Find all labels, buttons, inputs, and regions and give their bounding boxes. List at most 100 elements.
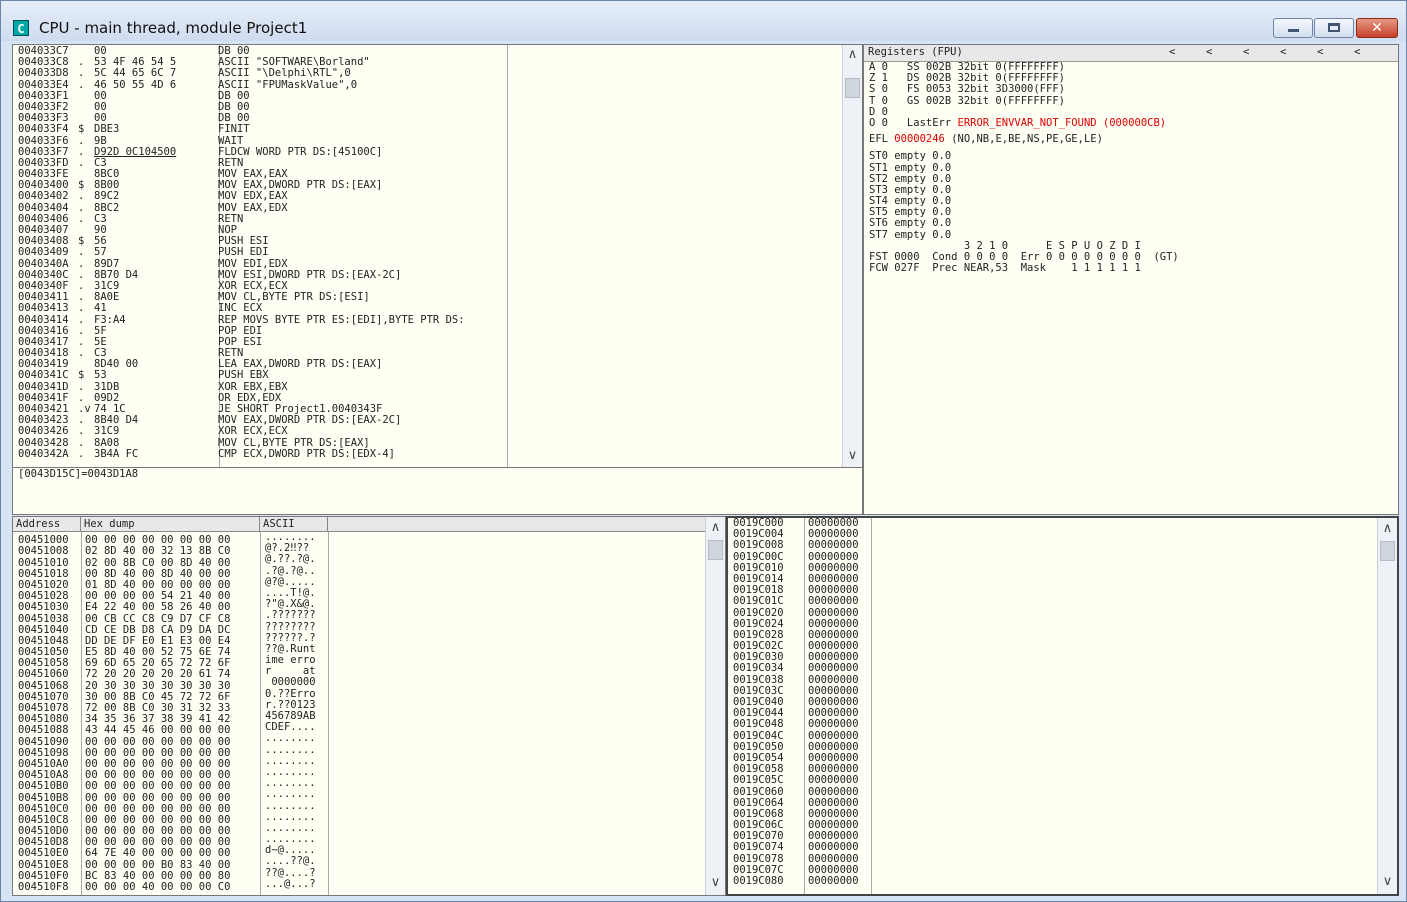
dump-row[interactable]: 00451048 DD DE DF E0 E1 E3 00 E4??????.?	[18, 633, 331, 644]
stack-row[interactable]: 0019C06C 00000000	[733, 820, 859, 831]
stack-row[interactable]: 0019C000 00000000	[733, 518, 859, 529]
scroll-down-icon[interactable]: ∨	[843, 448, 862, 463]
stack-row[interactable]: 0019C07C 00000000	[733, 865, 859, 876]
dump-row[interactable]: 004510C8 00 00 00 00 00 00 00 00........	[18, 812, 331, 823]
stack-row[interactable]: 0019C078 00000000	[733, 854, 859, 865]
stack-row[interactable]: 0019C01C 00000000	[733, 596, 859, 607]
disasm-row[interactable]: 004033C8. 53 4F 46 54 5 ASCII "SOFTWARE\Bo…	[18, 57, 465, 68]
stack-row[interactable]: 0019C05C 00000000	[733, 775, 859, 786]
disasm-row[interactable]: 0040341D. 31DB XOR EBX,EBX	[18, 382, 465, 393]
scroll-up-icon[interactable]: ∧	[1378, 521, 1397, 536]
disasm-row[interactable]: 00403416. 5F POP EDI	[18, 326, 465, 337]
disasm-row[interactable]: 00403400 $8B00 MOV EAX,DWORD PTR DS:[EAX]	[18, 180, 465, 191]
disasm-row[interactable]: 004033F3 00 DB 00	[18, 113, 465, 124]
scroll-thumb[interactable]	[708, 540, 723, 560]
dump-row[interactable]: 00451088 43 44 45 46 00 00 00 00 CDEF....	[18, 722, 331, 733]
disasm-row[interactable]: 004033F4 $ DBE3 FINIT	[18, 124, 465, 135]
disasm-row[interactable]: 0040340F. 31C9 XOR ECX,ECX	[18, 281, 465, 292]
stack-row[interactable]: 0019C004 00000000	[733, 529, 859, 540]
registers-header[interactable]: Registers (FPU) < < < < < <	[864, 45, 1398, 62]
disasm-row[interactable]: 00403402. 89C2 MOV EDX,EAX	[18, 191, 465, 202]
dump-row[interactable]: 004510A8 00 00 00 00 00 00 00 00........	[18, 767, 331, 778]
stack-row[interactable]: 0019C044 00000000	[733, 708, 859, 719]
disasm-row[interactable]: 004033F6. 9B WAIT	[18, 136, 465, 147]
disasm-row[interactable]: 00403423. 8B40 D4 MOV EAX,DWORD PTR DS:[EA…	[18, 415, 465, 426]
stack-row[interactable]: 0019C070 00000000	[733, 831, 859, 842]
disasm-scrollbar[interactable]: ∧ ∨	[842, 45, 862, 467]
disassembly-pane[interactable]: 004033C7 00 DB 00 004033C8. 53 4F 46 54 5 AS…	[12, 44, 863, 468]
scroll-up-icon[interactable]: ∧	[706, 520, 725, 535]
disasm-row[interactable]: 00403418. C3 RETN	[18, 348, 465, 359]
dump-row[interactable]: 00451008 02 8D 40 00 32 13 8B C0 @?.2‼??	[18, 543, 331, 554]
disasm-row[interactable]: 004033C7 00 DB 00	[18, 46, 465, 57]
dump-row[interactable]: 00451068 20 30 30 30 30 30 30 30 0000000	[18, 677, 331, 688]
registers-pane[interactable]: Registers (FPU) < < < < < < A 0 SS 002B 32bit…	[863, 44, 1399, 515]
disasm-row[interactable]: 00403409. 57 PUSH EDI	[18, 247, 465, 258]
stack-row[interactable]: 0019C038 00000000	[733, 675, 859, 686]
stack-row[interactable]: 0019C064 00000000	[733, 798, 859, 809]
title-bar[interactable]: C CPU - main thread, module Project1 ✕	[1, 1, 1406, 41]
dump-row[interactable]: 00451010 02 00 8B C0 00 8D 40 00 @.??.?@.	[18, 554, 331, 565]
register-arrow-icon[interactable]: <	[1317, 46, 1323, 58]
dump-row[interactable]: 004510A0 00 00 00 00 00 00 00 00........	[18, 756, 331, 767]
minimize-button[interactable]	[1273, 18, 1313, 38]
disasm-row[interactable]: 00403406. C3 RETN	[18, 214, 465, 225]
col-ascii[interactable]: ASCII	[260, 517, 328, 532]
stack-row[interactable]: 0019C034 00000000	[733, 663, 859, 674]
disasm-row[interactable]: 00403411. 8A0E MOV CL,BYTE PTR DS:[ESI]	[18, 292, 465, 303]
scroll-up-icon[interactable]: ∧	[843, 47, 862, 62]
stack-row[interactable]: 0019C054 00000000	[733, 753, 859, 764]
dump-row[interactable]: 00451060 72 20 20 20 20 20 61 74 r at	[18, 666, 331, 677]
maximize-button[interactable]	[1314, 18, 1354, 38]
dump-scrollbar[interactable]: ∧ ∨	[705, 517, 725, 895]
register-arrow-icon[interactable]: <	[1354, 46, 1360, 58]
stack-row[interactable]: 0019C080 00000000	[733, 876, 859, 887]
stack-row[interactable]: 0019C024 00000000	[733, 619, 859, 630]
disasm-row[interactable]: 004033F1 00 DB 00	[18, 91, 465, 102]
register-flag-row[interactable]: Z 1 DS 002B 32bit 0(FFFFFFFF)	[869, 73, 1179, 84]
dump-row[interactable]: 004510F8 00 00 00 40 00 00 00 C0 ...@...?	[18, 879, 331, 890]
disasm-row[interactable]: 004033F7. D92D 0C104500 FLDCW WORD PTR DS:…	[18, 147, 465, 158]
disasm-row[interactable]: 004033FE 8BC0 MOV EAX,EAX	[18, 169, 465, 180]
register-arrow-icon[interactable]: <	[1280, 46, 1286, 58]
stack-scrollbar[interactable]: ∧ ∨	[1377, 518, 1397, 894]
disasm-row[interactable]: 00403426. 31C9 XOR ECX,ECX	[18, 426, 465, 437]
disasm-row[interactable]: 00403421 .v 74 1C JE SHORT Project1.0040343…	[18, 404, 465, 415]
register-arrow-icon[interactable]: <	[1206, 46, 1212, 58]
dump-pane[interactable]: Address Hex dump ASCII 00451000 00 00 00 …	[12, 516, 726, 896]
stack-row[interactable]: 0019C04C 00000000	[733, 731, 859, 742]
scroll-down-icon[interactable]: ∨	[1378, 874, 1397, 889]
fpu-st-register[interactable]: ST6 empty 0.0	[869, 218, 1179, 229]
fcw-row[interactable]: FCW 027F Prec NEAR,53 Mask 1 1 1 1 1 1	[869, 263, 1179, 274]
stack-row[interactable]: 0019C018 00000000	[733, 585, 859, 596]
dump-row[interactable]: 004510D8 00 00 00 00 00 00 00 00........	[18, 834, 331, 845]
fst-row[interactable]: FST 0000 Cond 0 0 0 0 Err 0 0 0 0 0 0 0 …	[869, 252, 1179, 263]
disasm-row[interactable]: 00403407 90 NOP	[18, 225, 465, 236]
fpu-st-register[interactable]: ST0 empty 0.0	[869, 151, 1179, 162]
disasm-row[interactable]: 0040342A. 3B4A FC CMP ECX,DWORD PTR DS:[ED…	[18, 449, 465, 460]
close-button[interactable]: ✕	[1356, 18, 1398, 38]
disasm-row[interactable]: 0040341C $53 PUSH EBX	[18, 370, 465, 381]
dump-row[interactable]: 00451030 E4 22 40 00 58 26 40 00 ?"@.X&@.	[18, 599, 331, 610]
col-address[interactable]: Address	[13, 517, 81, 532]
stack-row[interactable]: 0019C068 00000000	[733, 809, 859, 820]
disasm-row[interactable]: 004033D8. 5C 44 65 6C 7 ASCII "\Delphi\RTL…	[18, 68, 465, 79]
stack-row[interactable]: 0019C00C 00000000	[733, 552, 859, 563]
stack-row[interactable]: 0019C02C 00000000	[733, 641, 859, 652]
scroll-down-icon[interactable]: ∨	[706, 875, 725, 890]
dump-row[interactable]: 004510D0 00 00 00 00 00 00 00 00........	[18, 823, 331, 834]
efl-row[interactable]: EFL 00000246 (NO,NB,E,BE,NS,PE,GE,LE)	[869, 134, 1179, 145]
scroll-thumb[interactable]	[845, 78, 860, 98]
register-arrow-icon[interactable]: <	[1169, 46, 1175, 58]
dump-row[interactable]: 00451040 CD CE DB D8 CA D9 DA DC????????	[18, 622, 331, 633]
stack-row[interactable]: 0019C050 00000000	[733, 742, 859, 753]
fpu-st-register[interactable]: ST7 empty 0.0	[869, 230, 1179, 241]
stack-row[interactable]: 0019C074 00000000	[733, 842, 859, 853]
dump-row[interactable]: 00451058 69 6D 65 20 65 72 72 6F ime erro	[18, 655, 331, 666]
dump-row[interactable]: 00451028 00 00 00 00 54 21 40 00 ....T!@.	[18, 588, 331, 599]
stack-row[interactable]: 0019C060 00000000	[733, 787, 859, 798]
col-hex-dump[interactable]: Hex dump	[81, 517, 260, 532]
stack-row[interactable]: 0019C008 00000000	[733, 540, 859, 551]
stack-row[interactable]: 0019C020 00000000	[733, 608, 859, 619]
disasm-row[interactable]: 0040340C. 8B70 D4 MOV ESI,DWORD PTR DS:[EA…	[18, 270, 465, 281]
